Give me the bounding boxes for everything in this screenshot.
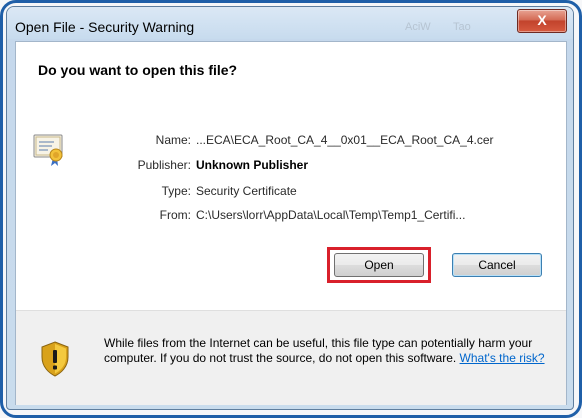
warning-footer: While files from the Internet can be use… — [16, 310, 566, 405]
background-text: AciW — [405, 21, 431, 33]
name-value: ...ECA\ECA_Root_CA_4__0x01__ECA_Root_CA_… — [196, 133, 494, 147]
type-value: Security Certificate — [196, 184, 297, 198]
type-label: Type: — [161, 184, 191, 198]
name-label: Name: — [155, 133, 191, 147]
cancel-button[interactable]: Cancel — [452, 253, 542, 277]
open-button-highlight — [327, 247, 431, 283]
close-button[interactable]: X — [517, 9, 567, 33]
from-label: From: — [159, 208, 191, 222]
from-value: C:\Users\lorr\AppData\Local\Temp\Temp1_C… — [196, 208, 466, 222]
publisher-value: Unknown Publisher — [196, 158, 309, 172]
window-title: Open File - Security Warning — [15, 19, 195, 35]
dialog-heading: Do you want to open this file? — [38, 62, 238, 78]
title-bar[interactable]: Open File - Security Warning AciW Tao X — [7, 7, 573, 39]
security-warning-window: Open File - Security Warning AciW Tao X … — [6, 6, 574, 410]
publisher-label: Publisher: — [137, 158, 191, 172]
dialog-body: Do you want to open this file? Name: ...… — [15, 41, 567, 405]
warning-message: While files from the Internet can be use… — [104, 336, 554, 366]
close-icon: X — [537, 12, 547, 28]
shield-warning-icon — [41, 341, 69, 377]
whats-the-risk-link[interactable]: What's the risk? — [460, 351, 545, 365]
background-text: Tao — [453, 21, 471, 33]
